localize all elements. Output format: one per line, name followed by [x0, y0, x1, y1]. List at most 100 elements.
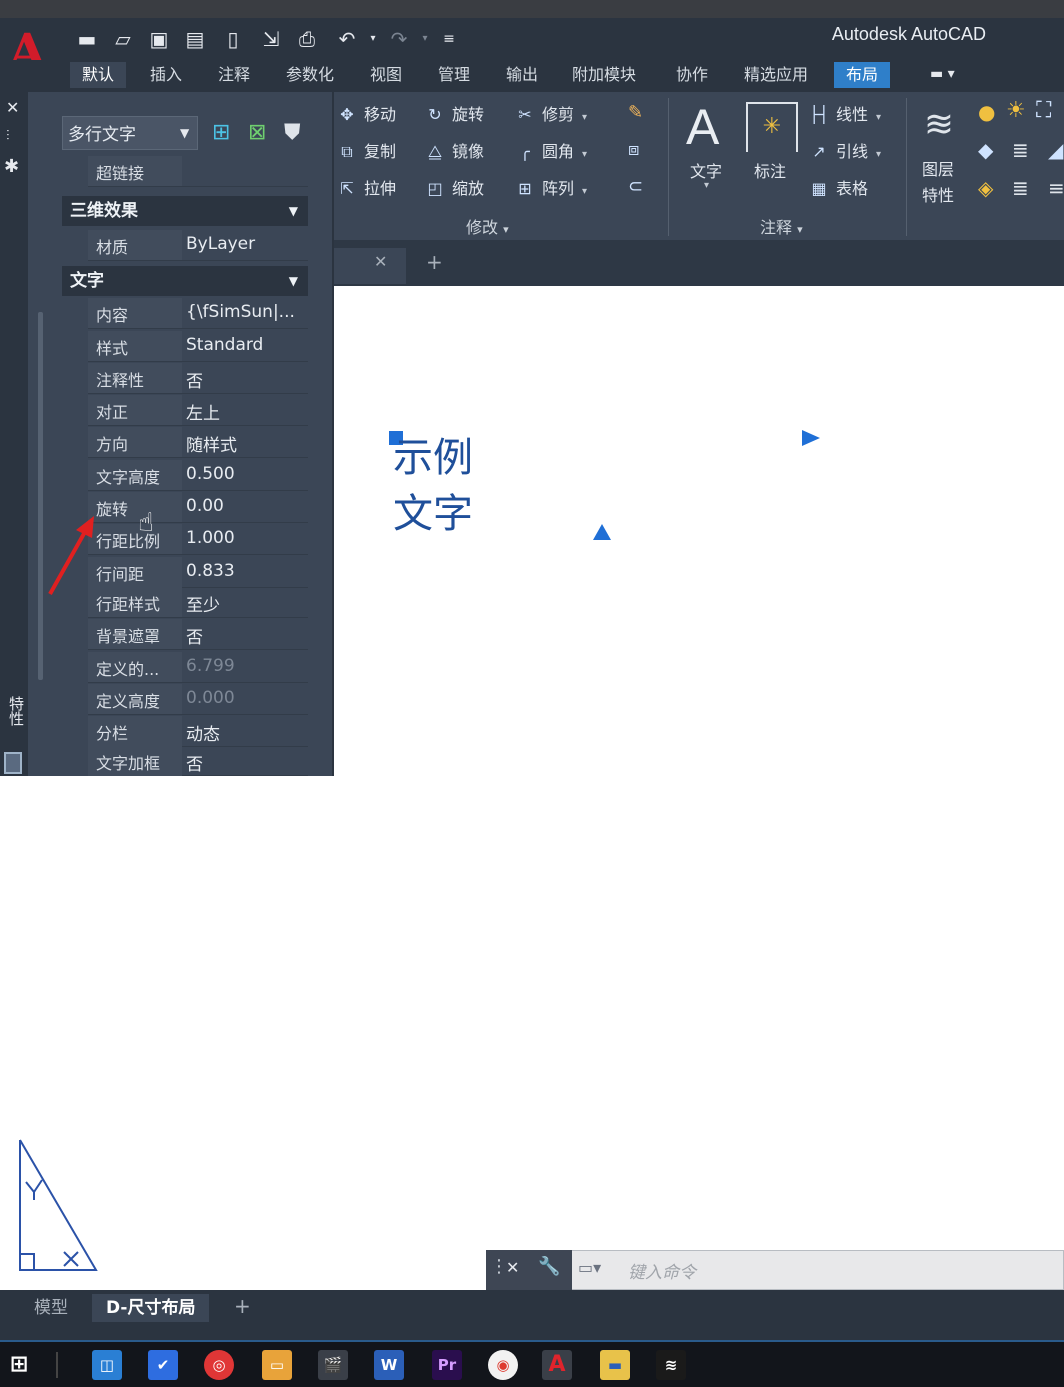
mirror-button[interactable]: ⧋ 镜像 — [424, 139, 484, 165]
gear-icon[interactable]: ✱ — [4, 156, 19, 177]
property-row-direction[interactable]: 方向 随样式 — [88, 427, 308, 458]
move-button[interactable]: ✥ 移动 — [336, 102, 396, 128]
autocad-icon[interactable]: A — [542, 1350, 572, 1380]
property-row-style[interactable]: 样式 Standard — [88, 331, 308, 362]
offset-icon[interactable]: ⊂ — [628, 176, 656, 202]
add-layout-icon[interactable]: + — [234, 1294, 251, 1318]
property-row-background-mask[interactable]: 背景遮罩 否 — [88, 619, 308, 650]
netease-music-icon[interactable]: ◎ — [204, 1350, 234, 1380]
property-row-hyperlink[interactable]: 超链接 — [88, 156, 308, 187]
mtext-height-grip[interactable] — [592, 522, 612, 542]
explode-icon[interactable]: ⧈ — [628, 139, 656, 165]
property-row-line-spacing[interactable]: 行间距 0.833 — [88, 557, 308, 588]
customize-icon[interactable]: ≡ — [436, 26, 462, 52]
scale-button[interactable]: ◰ 缩放 — [424, 176, 484, 202]
sun-icon[interactable]: ☀ — [1006, 98, 1026, 123]
property-row-material[interactable]: 材质 ByLayer — [88, 230, 308, 261]
section-header-text[interactable]: 文字 ▼ — [62, 266, 308, 296]
property-row-line-space-factor[interactable]: 行距比例 1.000 — [88, 524, 308, 555]
layer-lock-icon[interactable]: ≣ — [1012, 176, 1029, 200]
modify-panel-title[interactable]: 修改 ▾ — [466, 214, 509, 238]
recent-commands-icon[interactable]: ▭▾ — [578, 1258, 601, 1277]
save-icon[interactable]: ▣ — [146, 26, 172, 52]
property-row-rotation[interactable]: 旋转 0.00 — [88, 492, 308, 523]
tab-collaborate[interactable]: 协作 — [664, 62, 720, 88]
property-row-defined-height[interactable]: 定义高度 0.000 — [88, 684, 308, 715]
redo-dropdown-icon[interactable]: ▾ — [412, 26, 438, 52]
close-icon[interactable]: ✕ — [6, 98, 19, 117]
leader-button[interactable]: ↗ 引线 ▾ — [808, 139, 881, 165]
chevron-down-icon[interactable]: ▾ — [582, 112, 587, 123]
slides-icon[interactable]: ▭ — [262, 1350, 292, 1380]
layer-freeze-icon[interactable]: ◈ — [978, 176, 993, 200]
tab-view[interactable]: 视图 — [358, 62, 414, 88]
chevron-down-icon[interactable]: ▾ — [582, 186, 587, 197]
windows-start-icon[interactable]: ⊞ — [4, 1350, 34, 1380]
calculator-icon[interactable] — [4, 752, 22, 774]
panel-display-icon[interactable]: ▬ ▾ — [930, 66, 970, 86]
layer-label-line1[interactable]: 图层 — [922, 156, 954, 180]
toggle-pickadd-icon[interactable]: ⊞ — [212, 120, 230, 145]
chevron-down-icon[interactable]: ▾ — [582, 149, 587, 160]
layer-isolate-icon[interactable]: ◆ — [978, 138, 993, 162]
property-row-defined-width[interactable]: 定义的... 6.799 — [88, 652, 308, 683]
tab-addins[interactable]: 附加模块 — [560, 62, 648, 88]
lightbulb-icon[interactable]: ● — [978, 100, 995, 124]
layer-walk-icon[interactable]: ≡ — [1048, 176, 1064, 200]
autohide-icon[interactable]: ⫶ — [6, 128, 10, 144]
annotation-panel-title[interactable]: 注释 ▾ — [760, 214, 803, 238]
tab-d-dimension-layout[interactable]: D-尺寸布局 — [92, 1294, 210, 1322]
drawing-canvas-lower[interactable] — [0, 776, 1064, 1290]
file-explorer-icon[interactable]: ▬ — [600, 1350, 630, 1380]
layer-properties-icon[interactable]: ≋ — [914, 98, 964, 152]
chrome-icon[interactable]: ◉ — [488, 1350, 518, 1380]
chevron-down-icon[interactable]: ▼ — [180, 126, 189, 140]
tab-model[interactable]: 模型 — [20, 1294, 82, 1322]
document-tab[interactable] — [334, 248, 406, 284]
stretch-button[interactable]: ⇱ 拉伸 — [336, 176, 396, 202]
video-editor-icon[interactable]: 🎬 — [318, 1350, 348, 1380]
close-icon[interactable]: ✕ — [506, 1258, 519, 1277]
tab-parametric[interactable]: 参数化 — [274, 62, 346, 88]
wrench-icon[interactable]: 🔧 — [538, 1256, 560, 1277]
property-row-justify[interactable]: 对正 左上 — [88, 395, 308, 426]
mtext-width-grip[interactable] — [800, 428, 822, 448]
tab-annotate[interactable]: 注释 — [206, 62, 262, 88]
trim-button[interactable]: ✂ 修剪 ▾ — [514, 102, 587, 128]
frame-icon[interactable]: ⛶ — [1036, 98, 1051, 123]
palette-titlebar[interactable] — [0, 92, 28, 776]
command-input[interactable]: 键入命令 — [628, 1258, 696, 1283]
palette-scrollbar[interactable] — [38, 312, 43, 680]
capcut-icon[interactable]: ≋ — [656, 1350, 686, 1380]
tencent-meeting-icon[interactable]: ◫ — [92, 1350, 122, 1380]
chevron-down-icon[interactable]: ▾ — [876, 149, 881, 160]
import-icon[interactable]: ⇲ — [258, 26, 284, 52]
dimension-button-label[interactable]: 标注 — [754, 158, 786, 182]
mtext-line-2[interactable]: 文字 — [393, 488, 473, 540]
layer-label-line2[interactable]: 特性 — [922, 182, 954, 206]
erase-icon[interactable]: ✎ — [628, 102, 656, 128]
dimension-icon[interactable]: ✳ — [746, 102, 798, 152]
tab-featured-apps[interactable]: 精选应用 — [732, 62, 820, 88]
publish-icon[interactable]: ▯ — [220, 26, 246, 52]
close-tab-icon[interactable]: ✕ — [374, 252, 387, 271]
text-icon[interactable]: A — [686, 98, 732, 155]
layer-match-icon[interactable]: ◢ — [1048, 138, 1063, 162]
new-icon[interactable]: ▬ — [74, 26, 100, 52]
open-icon[interactable]: ▱ — [110, 26, 136, 52]
copy-button[interactable]: ⧉ 复制 — [336, 139, 396, 165]
mtext-line-1[interactable]: 示例 — [393, 432, 473, 484]
quick-select-icon[interactable]: ⛊ — [284, 120, 301, 145]
layer-stack-icon[interactable]: ≣ — [1012, 138, 1029, 162]
array-button[interactable]: ⊞ 阵列 ▾ — [514, 176, 587, 202]
command-line[interactable] — [486, 1250, 1064, 1290]
tab-default[interactable]: 默认 — [70, 62, 127, 88]
tab-insert[interactable]: 插入 — [138, 62, 194, 88]
property-row-text-frame[interactable]: 文字加框 否 — [88, 746, 308, 776]
text-button-label[interactable]: 文字 — [690, 158, 722, 182]
redo-icon[interactable]: ↷ — [386, 26, 412, 52]
property-row-contents[interactable]: 内容 {\fSimSun|... — [88, 298, 308, 329]
linear-button[interactable]: ├┤ 线性 ▾ — [808, 102, 881, 128]
property-row-line-space-style[interactable]: 行距样式 至少 — [88, 587, 308, 618]
tab-manage[interactable]: 管理 — [426, 62, 482, 88]
